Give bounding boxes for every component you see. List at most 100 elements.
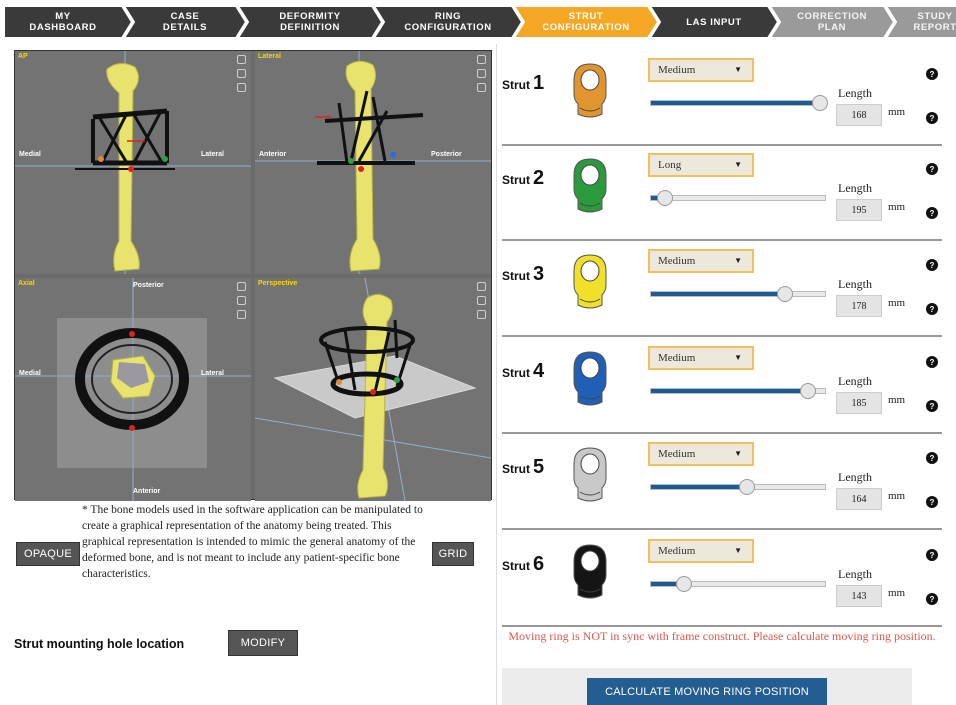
strut-length-input[interactable]: 195 — [836, 199, 882, 221]
step-7[interactable]: CORRECTION PLAN — [780, 6, 884, 38]
step-2[interactable]: CASE DETAILS — [134, 6, 236, 38]
lateral-view-pane[interactable]: Lateral Anterior Posterior — [255, 51, 491, 274]
step-8[interactable]: STUDY REPORT — [896, 6, 956, 38]
strut-length-input[interactable]: 178 — [836, 295, 882, 317]
strut-length-input[interactable]: 185 — [836, 392, 882, 414]
expand-icon[interactable] — [477, 55, 486, 64]
strut-row-divider — [502, 335, 942, 337]
opaque-button[interactable]: OPAQUE — [16, 542, 80, 566]
sync-warning: Moving ring is NOT in sync with frame co… — [508, 629, 936, 643]
help-icon[interactable]: ? — [926, 549, 938, 561]
dropdown-arrow-icon: ▼ — [734, 449, 742, 458]
help-icon[interactable]: ? — [926, 68, 938, 80]
step-label-line2: CONFIGURATION — [404, 22, 492, 33]
strut-size-select[interactable]: Medium ▼ — [648, 58, 754, 82]
calculate-moving-ring-button[interactable]: CALCULATE MOVING RING POSITION — [587, 678, 827, 705]
expand-icon[interactable] — [237, 282, 246, 291]
grid-button[interactable]: GRID — [432, 542, 474, 566]
bone-viewer[interactable]: AP Medial Lateral Lateral Anterior Poste… — [14, 50, 492, 501]
help-icon[interactable]: ? — [926, 207, 938, 219]
slider-fill — [651, 101, 820, 105]
axial-view-render — [15, 278, 251, 501]
strut-size-select[interactable]: Long ▼ — [648, 153, 754, 177]
strut-row-divider — [502, 625, 942, 627]
slider-handle[interactable] — [656, 190, 673, 206]
strut-number: 6 — [533, 553, 545, 575]
step-label-line1: MY — [55, 11, 71, 22]
help-icon[interactable]: ? — [926, 259, 938, 271]
help-icon[interactable]: ? — [926, 356, 938, 368]
strut-word: Strut — [502, 559, 530, 573]
ap-lateral-label: Lateral — [201, 151, 224, 158]
step-5[interactable]: STRUT CONFIGURATION — [524, 6, 648, 38]
step-3[interactable]: DEFORMITY DEFINITION — [248, 6, 372, 38]
rotate-icon[interactable] — [237, 69, 246, 78]
ap-view-title: AP — [18, 53, 28, 60]
axial-view-pane[interactable]: Axial Posterior Anterior Medial Lateral — [15, 278, 251, 501]
help-icon[interactable]: ? — [926, 496, 938, 508]
help-icon[interactable]: ? — [926, 452, 938, 464]
strut-title: Strut 3 — [502, 263, 544, 286]
strut-length-input[interactable]: 164 — [836, 488, 882, 510]
strut-length-input[interactable]: 143 — [836, 585, 882, 607]
zoom-icon[interactable] — [477, 83, 486, 92]
step-label-line1: RING — [434, 11, 462, 22]
strut-number: 4 — [533, 360, 545, 382]
strut-length-input[interactable]: 168 — [836, 104, 882, 126]
axial-posterior-label: Posterior — [133, 282, 164, 289]
help-icon[interactable]: ? — [926, 303, 938, 315]
strut-title: Strut 6 — [502, 553, 544, 576]
strut-size-select[interactable]: Medium ▼ — [648, 539, 754, 563]
step-label-line1: CASE — [170, 11, 200, 22]
slider-handle[interactable] — [811, 95, 828, 111]
strut-length-slider[interactable] — [650, 479, 826, 495]
strut-number: 5 — [533, 456, 545, 478]
expand-icon[interactable] — [237, 55, 246, 64]
strut-row-5: Strut 5 Medium ▼ ? Length 164 mm ? — [502, 434, 942, 530]
axial-medial-label: Medial — [19, 370, 41, 377]
strut-word: Strut — [502, 173, 530, 187]
zoom-icon[interactable] — [237, 310, 246, 319]
slider-fill — [651, 389, 808, 393]
modify-button[interactable]: MODIFY — [228, 630, 298, 656]
strut-length-slider[interactable] — [650, 190, 826, 206]
help-icon[interactable]: ? — [926, 112, 938, 124]
step-1[interactable]: MY DASHBOARD — [4, 6, 122, 38]
help-icon[interactable]: ? — [926, 400, 938, 412]
slider-handle[interactable] — [776, 286, 793, 302]
dropdown-arrow-icon: ▼ — [734, 546, 742, 555]
zoom-icon[interactable] — [237, 83, 246, 92]
perspective-view-pane[interactable]: Perspective — [255, 278, 491, 501]
step-6[interactable]: LAS INPUT — [660, 6, 768, 38]
ap-view-render — [15, 51, 251, 274]
strut-color-icon — [573, 544, 607, 599]
strut-size-select[interactable]: Medium ▼ — [648, 442, 754, 466]
perspective-view-render — [255, 278, 491, 501]
slider-handle[interactable] — [799, 383, 816, 399]
strut-length-slider[interactable] — [650, 576, 826, 592]
mm-unit-label: mm — [888, 587, 906, 599]
rotate-icon[interactable] — [477, 296, 486, 305]
strut-size-select[interactable]: Medium ▼ — [648, 249, 754, 273]
strut-length-slider[interactable] — [650, 383, 826, 399]
ap-view-pane[interactable]: AP Medial Lateral — [15, 51, 251, 274]
dropdown-arrow-icon: ▼ — [734, 65, 742, 74]
strut-row-4: Strut 4 Medium ▼ ? Length 185 mm ? — [502, 338, 942, 434]
help-icon[interactable]: ? — [926, 593, 938, 605]
expand-icon[interactable] — [477, 282, 486, 291]
lateral-posterior-label: Posterior — [431, 151, 462, 158]
length-label: Length — [838, 86, 872, 100]
slider-fill — [651, 292, 785, 296]
step-4[interactable]: RING CONFIGURATION — [384, 6, 512, 38]
rotate-icon[interactable] — [237, 296, 246, 305]
step-label-line2: CONFIGURATION — [542, 22, 630, 33]
help-icon[interactable]: ? — [926, 163, 938, 175]
strut-size-select[interactable]: Medium ▼ — [648, 346, 754, 370]
zoom-icon[interactable] — [477, 310, 486, 319]
strut-length-slider[interactable] — [650, 286, 826, 302]
slider-handle[interactable] — [738, 479, 755, 495]
axial-view-title: Axial — [18, 280, 35, 287]
rotate-icon[interactable] — [477, 69, 486, 78]
strut-length-slider[interactable] — [650, 95, 828, 111]
slider-handle[interactable] — [676, 576, 693, 592]
